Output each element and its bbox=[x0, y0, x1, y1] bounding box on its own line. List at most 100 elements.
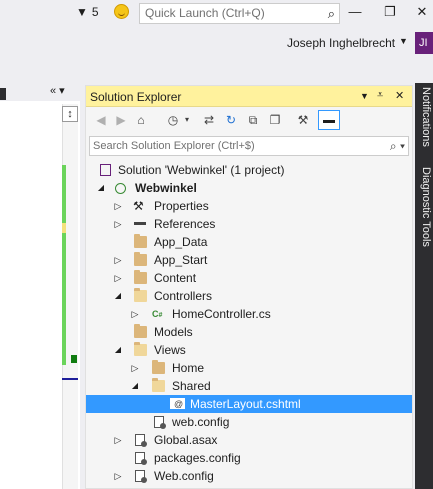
scroll-position-marker bbox=[62, 378, 78, 380]
folder-icon bbox=[134, 324, 147, 338]
pin-icon[interactable]: ⩡ bbox=[377, 89, 383, 102]
tab-notifications[interactable]: Notifications bbox=[416, 87, 432, 147]
quick-launch-placeholder: Quick Launch (Ctrl+Q) bbox=[145, 6, 265, 20]
split-toggle-icon[interactable]: ↕ bbox=[62, 106, 78, 122]
asax-file-icon bbox=[135, 434, 147, 447]
filter-count: 5 bbox=[91, 5, 99, 19]
tab-diagnostic-tools[interactable]: Diagnostic Tools bbox=[416, 167, 432, 247]
csharp-file-icon: C bbox=[152, 305, 166, 319]
solution-explorer-panel: Solution Explorer ▼ ⩡ ✕ ◀ ▶ ⌂ ◷ ▾ ⇄ ↻ ⧉ … bbox=[85, 85, 413, 489]
config-file-icon bbox=[154, 416, 166, 429]
tree-item-label: Webwinkel bbox=[135, 181, 197, 195]
search-icon[interactable]: ⌕ ▾ bbox=[390, 137, 405, 155]
solution-search-placeholder: Search Solution Explorer (Ctrl+$) bbox=[93, 140, 255, 152]
collapsed-arrow-icon[interactable]: ▷ bbox=[130, 305, 140, 323]
expanded-arrow-icon[interactable]: ◢ bbox=[130, 377, 140, 395]
sync-with-document-icon[interactable]: ⇄ bbox=[200, 111, 218, 129]
solution-explorer-title: Solution Explorer bbox=[90, 90, 182, 104]
collapsed-arrow-icon[interactable]: ▷ bbox=[113, 215, 123, 233]
tab-overflow-icon[interactable]: « ▾ bbox=[50, 84, 65, 97]
collapsed-arrow-icon[interactable]: ▷ bbox=[113, 197, 123, 215]
tree-item-global-asax[interactable]: ▷ Global.asax bbox=[86, 431, 412, 449]
wrench-icon: ⚒ bbox=[133, 199, 144, 213]
refresh-icon[interactable]: ↻ bbox=[222, 111, 240, 129]
tree-item-label: Solution 'Webwinkel' (1 project) bbox=[118, 163, 285, 177]
title-bar: ▼ 5 Quick Launch (Ctrl+Q) ⌕ — ❐ ✕ Joseph… bbox=[0, 0, 433, 83]
tree-item-content[interactable]: ▷ Content bbox=[86, 269, 412, 287]
collapsed-arrow-icon[interactable]: ▷ bbox=[113, 269, 123, 287]
user-menu-caret-icon[interactable]: ▼ bbox=[399, 36, 408, 46]
back-icon[interactable]: ◀ bbox=[92, 111, 110, 129]
collapsed-arrow-icon[interactable]: ▷ bbox=[113, 431, 123, 449]
references-icon bbox=[134, 222, 146, 226]
expanded-arrow-icon[interactable]: ◢ bbox=[113, 287, 123, 305]
tree-item-home-folder[interactable]: ▷ Home bbox=[86, 359, 412, 377]
close-button[interactable]: ✕ bbox=[412, 3, 432, 21]
collapse-all-icon[interactable]: ⧉ bbox=[244, 111, 262, 129]
tree-item-models[interactable]: Models bbox=[86, 323, 412, 341]
filter-dropdown-icon[interactable]: ▾ bbox=[178, 111, 196, 129]
folder-icon bbox=[134, 252, 147, 266]
folder-icon bbox=[152, 360, 165, 374]
web-project-icon bbox=[115, 183, 126, 194]
tree-item-label: Models bbox=[154, 325, 193, 339]
tree-item-label: Views bbox=[154, 343, 186, 357]
tree-item-properties[interactable]: ▷ ⚒ Properties bbox=[86, 197, 412, 215]
scroll-marker bbox=[71, 355, 77, 363]
tree-item-solution[interactable]: Solution 'Webwinkel' (1 project) bbox=[86, 161, 412, 179]
close-panel-icon[interactable]: ✕ bbox=[395, 89, 404, 102]
collapsed-arrow-icon[interactable]: ▷ bbox=[130, 359, 140, 377]
editor-tab-bar: « ▾ bbox=[0, 83, 80, 101]
user-name[interactable]: Joseph Inghelbrecht bbox=[287, 36, 395, 50]
tree-item-label: Controllers bbox=[154, 289, 213, 303]
window-position-icon[interactable]: ▼ bbox=[360, 91, 369, 101]
tree-item-references[interactable]: ▷ References bbox=[86, 215, 412, 233]
folder-icon bbox=[134, 234, 147, 248]
tree-item-label: Properties bbox=[154, 199, 209, 213]
tree-item-label: web.config bbox=[172, 415, 230, 429]
tree-item-label: Home bbox=[172, 361, 205, 375]
solution-explorer-title-bar[interactable]: Solution Explorer ▼ ⩡ ✕ bbox=[86, 86, 412, 107]
expanded-arrow-icon[interactable]: ◢ bbox=[96, 179, 106, 197]
collapsed-arrow-icon[interactable]: ▷ bbox=[113, 251, 123, 269]
solution-explorer-toolbar: ◀ ▶ ⌂ ◷ ▾ ⇄ ↻ ⧉ ❐ ⚒ bbox=[86, 108, 412, 134]
tree-item-label: packages.config bbox=[154, 451, 241, 465]
tree-item-shared-folder[interactable]: ◢ Shared bbox=[86, 377, 412, 395]
tree-item-views[interactable]: ◢ Views bbox=[86, 341, 412, 359]
collapsed-arrow-icon[interactable]: ▷ bbox=[113, 467, 123, 485]
restore-button[interactable]: ❐ bbox=[380, 3, 400, 21]
quick-launch-input[interactable]: Quick Launch (Ctrl+Q) ⌕ bbox=[139, 3, 340, 24]
side-tab-strip: Notifications Diagnostic Tools bbox=[415, 83, 433, 489]
cshtml-file-icon bbox=[170, 395, 185, 413]
tree-item-web-config[interactable]: ▷ Web.config bbox=[86, 467, 412, 485]
show-all-files-icon[interactable]: ❐ bbox=[266, 111, 284, 129]
preview-selected-items-icon[interactable] bbox=[318, 110, 340, 130]
tree-item-label: Content bbox=[154, 271, 197, 285]
send-feedback-smiley-icon[interactable] bbox=[114, 4, 129, 19]
tree-item-controllers[interactable]: ◢ Controllers bbox=[86, 287, 412, 305]
tree-item-label: Global.asax bbox=[154, 433, 218, 447]
editor-tab[interactable] bbox=[0, 88, 6, 100]
search-icon: ⌕ bbox=[327, 6, 335, 21]
tree-item-homecontroller[interactable]: ▷ C HomeController.cs bbox=[86, 305, 412, 323]
avatar[interactable]: JI bbox=[415, 32, 433, 54]
solution-search-input[interactable]: Search Solution Explorer (Ctrl+$) ⌕ ▾ bbox=[89, 136, 409, 156]
folder-open-icon bbox=[134, 288, 147, 302]
filter-icon: ▼ bbox=[76, 5, 88, 19]
feedback-filter[interactable]: ▼ 5 bbox=[76, 5, 99, 19]
tree-item-project[interactable]: ◢ Webwinkel bbox=[86, 179, 412, 197]
tree-item-views-web-config[interactable]: web.config bbox=[86, 413, 412, 431]
forward-icon[interactable]: ▶ bbox=[112, 111, 130, 129]
folder-open-icon bbox=[152, 378, 165, 392]
expanded-arrow-icon[interactable]: ◢ bbox=[113, 341, 123, 359]
tree-item-label: App_Data bbox=[154, 235, 208, 249]
folder-icon bbox=[134, 270, 147, 284]
tree-item-app-start[interactable]: ▷ App_Start bbox=[86, 251, 412, 269]
home-icon[interactable]: ⌂ bbox=[132, 111, 150, 129]
tree-item-app-data[interactable]: App_Data bbox=[86, 233, 412, 251]
tree-item-packages-config[interactable]: packages.config bbox=[86, 449, 412, 467]
properties-icon[interactable]: ⚒ bbox=[294, 111, 312, 129]
change-margin-yellow bbox=[62, 223, 66, 233]
minimize-button[interactable]: — bbox=[345, 3, 365, 21]
tree-item-masterlayout[interactable]: MasterLayout.cshtml bbox=[86, 395, 412, 413]
